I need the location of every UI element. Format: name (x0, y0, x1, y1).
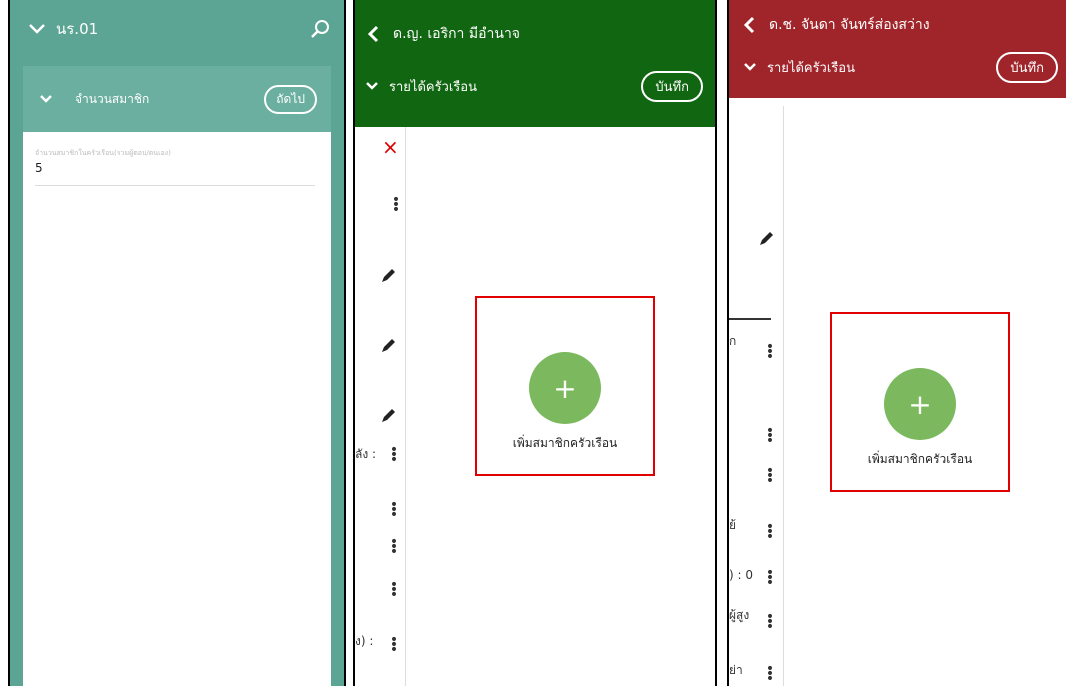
chevron-down-icon[interactable] (39, 94, 53, 104)
panel-border (727, 0, 729, 686)
plus-icon: + (908, 387, 932, 421)
panel-income-janda: ด.ช. จันดา จันทร์ส่องสว่าง รายได้ครัวเรื… (729, 0, 1066, 686)
app-header: นร.01 (10, 0, 344, 58)
edit-icon[interactable] (757, 230, 775, 248)
more-menu-icon[interactable]: • • • (389, 443, 399, 467)
page-title: ด.ญ. เอริกา มีอำนาจ (393, 26, 521, 42)
more-menu-icon[interactable]: • • • (765, 464, 775, 488)
panel-border (8, 0, 10, 686)
field-underline (35, 185, 315, 186)
edit-icon[interactable] (379, 407, 397, 425)
clipped-label: ก (729, 334, 737, 348)
save-button[interactable]: บันทึก (996, 51, 1058, 83)
more-menu-icon[interactable]: • • • (389, 535, 399, 559)
back-chevron-icon[interactable] (367, 25, 379, 43)
more-menu-icon[interactable]: • • • (765, 340, 775, 364)
more-menu-icon[interactable]: • • • (765, 610, 775, 634)
close-icon[interactable]: × (382, 135, 399, 159)
panel-border (353, 0, 355, 686)
next-button[interactable]: ถัดไป (264, 84, 317, 114)
field-label: จำนวนสมาชิกในครัวเรือน(รวมผู้ตอบ/ตนเอง) (35, 149, 171, 157)
app-header: ด.ช. จันดา จันทร์ส่องสว่าง รายได้ครัวเรื… (729, 0, 1066, 98)
add-member-button[interactable]: + (884, 368, 956, 440)
panel-household-members: นร.01 จำนวนสมาชิก ถัดไป จำนวนสมาชิกในครั… (10, 0, 344, 686)
clipped-label: ผู้สูง (729, 608, 750, 622)
content-card: จำนวนสมาชิก ถัดไป จำนวนสมาชิกในครัวเรือน… (23, 66, 331, 686)
clipped-label: ลัง : (355, 447, 377, 461)
clipped-label: ) : 0 (729, 568, 753, 582)
page-title: นร.01 (56, 20, 99, 38)
clipped-label: ย้ (729, 518, 737, 532)
divider (729, 318, 771, 320)
member-list: × • • • ลัง : • • • • • • • • • • • • ง) : • • • (355, 127, 406, 686)
chevron-down-icon[interactable] (743, 62, 757, 72)
header-left[interactable]: นร.01 (28, 17, 98, 41)
add-member-highlight: + เพิ่มสมาชิกครัวเรือน (830, 312, 1010, 492)
edit-icon[interactable] (379, 337, 397, 355)
more-menu-icon[interactable]: • • • (765, 662, 775, 686)
page-title: ด.ช. จันดา จันทร์ส่องสว่าง (769, 17, 930, 33)
chevron-down-icon (29, 24, 45, 34)
more-menu-icon[interactable]: • • • (389, 578, 399, 602)
field-value: 5 (35, 161, 43, 175)
more-menu-icon[interactable]: • • • (391, 193, 401, 217)
member-count-field[interactable]: จำนวนสมาชิกในครัวเรือน(รวมผู้ตอบ/ตนเอง) … (23, 132, 331, 186)
panel-income-erika: ด.ญ. เอริกา มีอำนาจ รายได้ครัวเรือน บันท… (355, 0, 715, 686)
member-list: ก • • • • • • • • • ย้ • • • ) : 0 • • • ผู้สูง • •… (729, 106, 784, 686)
section-header: จำนวนสมาชิก ถัดไป (23, 66, 331, 132)
panel-border (344, 0, 346, 686)
panel-border (715, 0, 717, 686)
add-member-button[interactable]: + (529, 352, 601, 424)
search-icon[interactable] (310, 19, 330, 39)
plus-icon: + (553, 371, 577, 405)
section-title: รายได้ครัวเรือน (389, 79, 477, 95)
section-title: จำนวนสมาชิก (75, 91, 150, 106)
back-chevron-icon[interactable] (743, 16, 755, 34)
save-button[interactable]: บันทึก (641, 70, 703, 102)
more-menu-icon[interactable]: • • • (389, 498, 399, 522)
more-menu-icon[interactable]: • • • (765, 520, 775, 544)
section-title: รายได้ครัวเรือน (767, 60, 855, 76)
more-menu-icon[interactable]: • • • (765, 566, 775, 590)
chevron-down-icon[interactable] (365, 81, 379, 91)
add-member-highlight: + เพิ่มสมาชิกครัวเรือน (475, 296, 655, 476)
add-member-label: เพิ่มสมาชิกครัวเรือน (512, 436, 618, 450)
more-menu-icon[interactable]: • • • (389, 633, 399, 657)
add-member-label: เพิ่มสมาชิกครัวเรือน (867, 452, 973, 466)
clipped-label: ง) : (355, 634, 374, 648)
edit-icon[interactable] (379, 267, 397, 285)
clipped-label: ย่า (729, 663, 743, 677)
more-menu-icon[interactable]: • • • (765, 424, 775, 448)
app-header: ด.ญ. เอริกา มีอำนาจ รายได้ครัวเรือน บันท… (355, 0, 715, 127)
